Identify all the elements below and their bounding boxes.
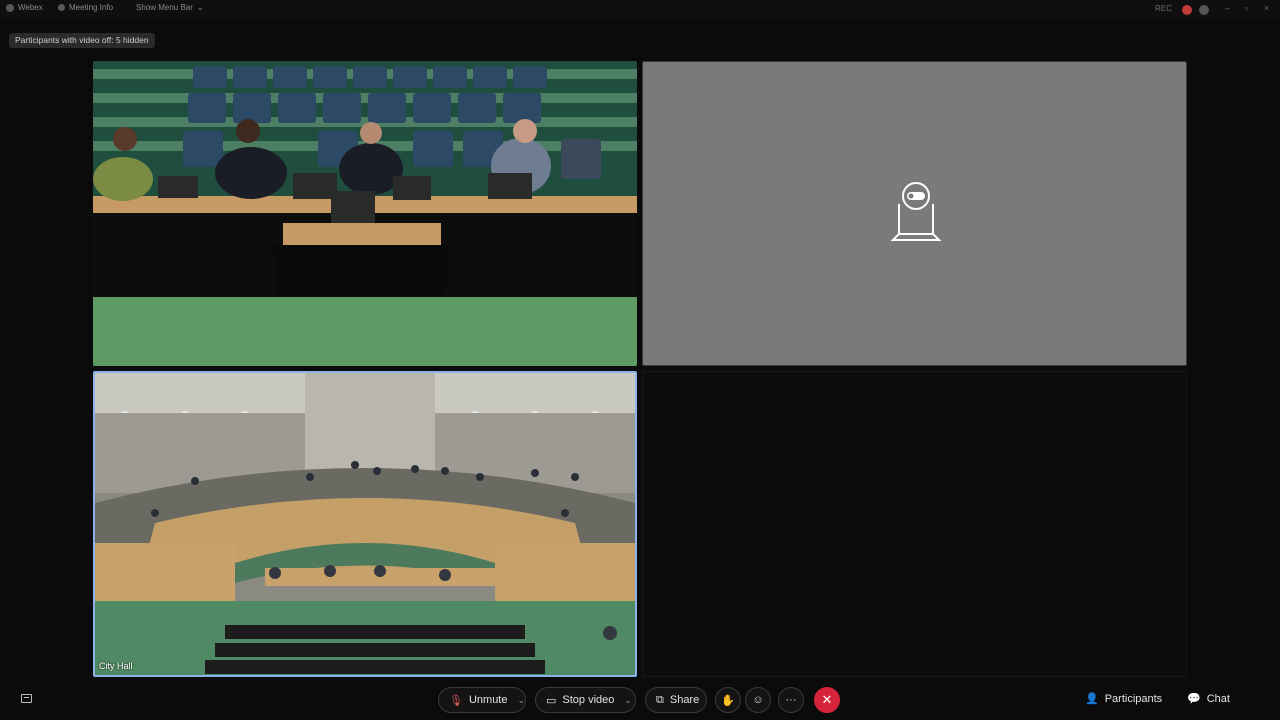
minimize-icon[interactable]: – bbox=[1225, 3, 1230, 13]
unmute-button[interactable]: 🎙 Unmute ⌄ bbox=[438, 687, 526, 713]
camera-off-icon bbox=[890, 182, 942, 241]
close-icon: ✕ bbox=[821, 692, 833, 707]
meeting-info-button[interactable]: Meeting Info bbox=[58, 3, 113, 12]
share-label: Share bbox=[669, 694, 700, 706]
video-tile-empty bbox=[642, 371, 1187, 677]
info-icon bbox=[58, 4, 65, 11]
more-options-button[interactable]: ··· bbox=[778, 687, 804, 713]
participants-label: Participants bbox=[1104, 692, 1163, 705]
app-name: Webex bbox=[18, 3, 43, 12]
chat-bubble-icon: 💬 bbox=[1187, 693, 1201, 705]
unmute-label: Unmute bbox=[468, 694, 508, 706]
show-menu-bar-button[interactable]: Show Menu Bar ⌄ bbox=[136, 3, 204, 12]
video-tile-camera-off[interactable] bbox=[642, 61, 1187, 366]
person-icon: 👤 bbox=[1085, 693, 1099, 705]
stop-video-label: Stop video bbox=[562, 694, 615, 706]
show-menu-bar-label: Show Menu Bar bbox=[136, 3, 193, 12]
city-hall-video-frame bbox=[95, 373, 635, 675]
dais-video-frame bbox=[93, 61, 637, 366]
chat-button[interactable]: 💬 Chat bbox=[1187, 692, 1230, 706]
app-title: Webex bbox=[6, 3, 43, 12]
raise-hand-button[interactable]: ✋ bbox=[715, 687, 741, 713]
video-tile-city-hall[interactable]: City Hall bbox=[93, 371, 637, 677]
recording-icon bbox=[1182, 5, 1192, 15]
chevron-down-icon[interactable]: ⌄ bbox=[518, 695, 526, 706]
hand-icon: ✋ bbox=[721, 694, 735, 707]
more-icon: ··· bbox=[785, 694, 797, 706]
participants-button[interactable]: 👤 Participants bbox=[1085, 692, 1163, 706]
meeting-controls-bar: 🎙 Unmute ⌄ ▭ Stop video ⌄ ⧉ Share ✋ ☺ ··… bbox=[0, 684, 1280, 720]
microphone-muted-icon: 🎙 bbox=[449, 694, 463, 707]
video-camera-icon: ▭ bbox=[546, 694, 557, 707]
webex-logo-icon bbox=[6, 3, 14, 12]
chevron-down-icon: ⌄ bbox=[196, 3, 204, 12]
smiley-icon: ☺ bbox=[752, 694, 764, 706]
hidden-participants-badge[interactable]: Participants with video off: 5 hidden bbox=[9, 33, 155, 48]
layout-icon[interactable] bbox=[21, 694, 32, 703]
chevron-down-icon[interactable]: ⌄ bbox=[624, 695, 632, 706]
avatar[interactable] bbox=[1199, 5, 1209, 15]
leave-meeting-button[interactable]: ✕ bbox=[814, 687, 840, 713]
close-icon[interactable]: × bbox=[1264, 3, 1269, 13]
maximize-icon[interactable]: ▫ bbox=[1245, 3, 1248, 13]
recording-status: REC bbox=[1155, 4, 1172, 13]
video-tile-dais[interactable] bbox=[93, 61, 637, 366]
meeting-info-label: Meeting Info bbox=[69, 3, 114, 12]
share-icon: ⧉ bbox=[656, 693, 664, 706]
chat-label: Chat bbox=[1206, 692, 1230, 705]
share-button[interactable]: ⧉ Share bbox=[645, 687, 707, 713]
participant-name-label: City Hall bbox=[99, 661, 133, 671]
title-bar: Webex Meeting Info Show Menu Bar ⌄ REC –… bbox=[0, 0, 1280, 20]
stop-video-button[interactable]: ▭ Stop video ⌄ bbox=[535, 687, 636, 713]
reactions-button[interactable]: ☺ bbox=[745, 687, 771, 713]
